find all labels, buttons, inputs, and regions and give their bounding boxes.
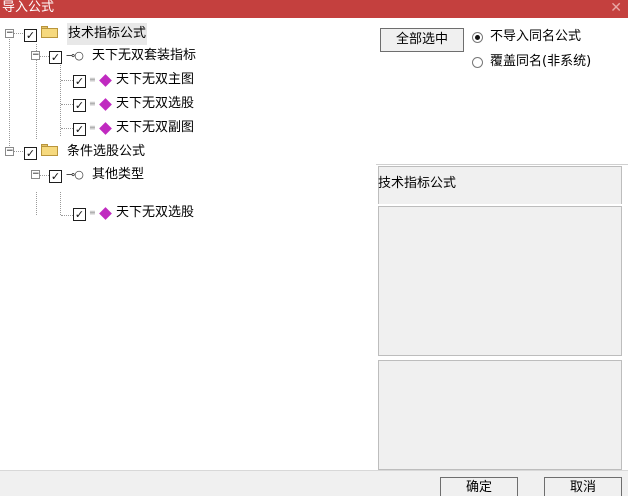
checkbox[interactable]: ✓ [24, 147, 37, 160]
gem-icon-prefix: ≡ [89, 123, 96, 132]
tree-item-label: 技术指标公式 [67, 23, 148, 45]
tree-item-main-chart[interactable]: ✓ ≡ 天下无双主图 [0, 69, 376, 91]
checkbox[interactable]: ✓ [73, 75, 86, 88]
window-title: 导入公式 [2, 0, 55, 15]
tree-item-sub-chart[interactable]: ✓ ≡ 天下无双副图 [0, 117, 376, 139]
folder-icon [41, 144, 58, 156]
info-title: 技术指标公式 [378, 176, 457, 191]
gem-icon [99, 207, 112, 220]
checkbox[interactable]: ✓ [73, 99, 86, 112]
collapse-icon[interactable]: − [5, 29, 14, 38]
folder-icon [41, 26, 58, 38]
collapse-icon[interactable]: − [31, 51, 40, 60]
tree-item-label: 天下无双套装指标 [92, 48, 197, 63]
tree-item-stock-picker[interactable]: ✓ ≡ 天下无双选股 [0, 93, 376, 115]
description-panel [378, 206, 622, 356]
checkbox[interactable]: ✓ [73, 208, 86, 221]
gem-icon-prefix: ≡ [89, 99, 96, 108]
collapse-icon[interactable]: − [31, 170, 40, 179]
radio-no-import-label[interactable]: 不导入同名公式 [490, 27, 581, 47]
divider [376, 164, 628, 165]
formula-tree[interactable]: − ✓ 技术指标公式 − ✓ ⊸○ 天下无双套装指标 ✓ ≡ 天下无双主图 ✓ … [0, 18, 376, 470]
gem-icon-prefix: ≡ [89, 75, 96, 84]
gem-icon [99, 74, 112, 87]
checkbox[interactable]: ✓ [24, 29, 37, 42]
tree-item-label: 条件选股公式 [67, 144, 146, 159]
radio-overwrite[interactable] [472, 57, 483, 68]
tree-item-other-types[interactable]: − ✓ ⊸○ 其他类型 [0, 164, 376, 186]
tree-item-tech-formulas[interactable]: − ✓ 技术指标公式 [0, 23, 376, 45]
close-icon[interactable]: ✕ [610, 0, 622, 17]
tree-item-label: 天下无双选股 [116, 205, 195, 220]
checkbox[interactable]: ✓ [49, 51, 62, 64]
tree-item-label: 天下无双选股 [116, 96, 195, 111]
title-bar: 导入公式 ✕ [0, 0, 628, 18]
key-icon: ⊸○ [66, 49, 84, 62]
key-icon: ⊸○ [66, 168, 84, 181]
tree-item-label: 其他类型 [92, 167, 145, 182]
button-bar: 确定 取消 [0, 470, 628, 496]
checkbox[interactable]: ✓ [73, 123, 86, 136]
gem-icon-prefix: ≡ [89, 208, 96, 217]
tree-item-label: 天下无双主图 [116, 72, 195, 87]
collapse-icon[interactable]: − [5, 147, 14, 156]
checkbox[interactable]: ✓ [49, 170, 62, 183]
options-pane: 全部选中 不导入同名公式 覆盖同名(非系统) 技术指标公式 [376, 18, 628, 496]
radio-no-import[interactable] [472, 32, 483, 43]
select-all-button[interactable]: 全部选中 [380, 28, 464, 52]
radio-overwrite-label[interactable]: 覆盖同名(非系统) [490, 52, 591, 72]
ok-button[interactable]: 确定 [440, 477, 518, 496]
tree-item-label: 天下无双副图 [116, 120, 195, 135]
tree-item-stock-picker-2[interactable]: ✓ ≡ 天下无双选股 [0, 202, 376, 224]
tree-item-condition-formulas[interactable]: − ✓ 条件选股公式 [0, 141, 376, 163]
detail-panel [378, 360, 622, 470]
gem-icon [99, 98, 112, 111]
gem-icon [99, 122, 112, 135]
cancel-button[interactable]: 取消 [544, 477, 622, 496]
tree-item-suite[interactable]: − ✓ ⊸○ 天下无双套装指标 [0, 45, 376, 67]
